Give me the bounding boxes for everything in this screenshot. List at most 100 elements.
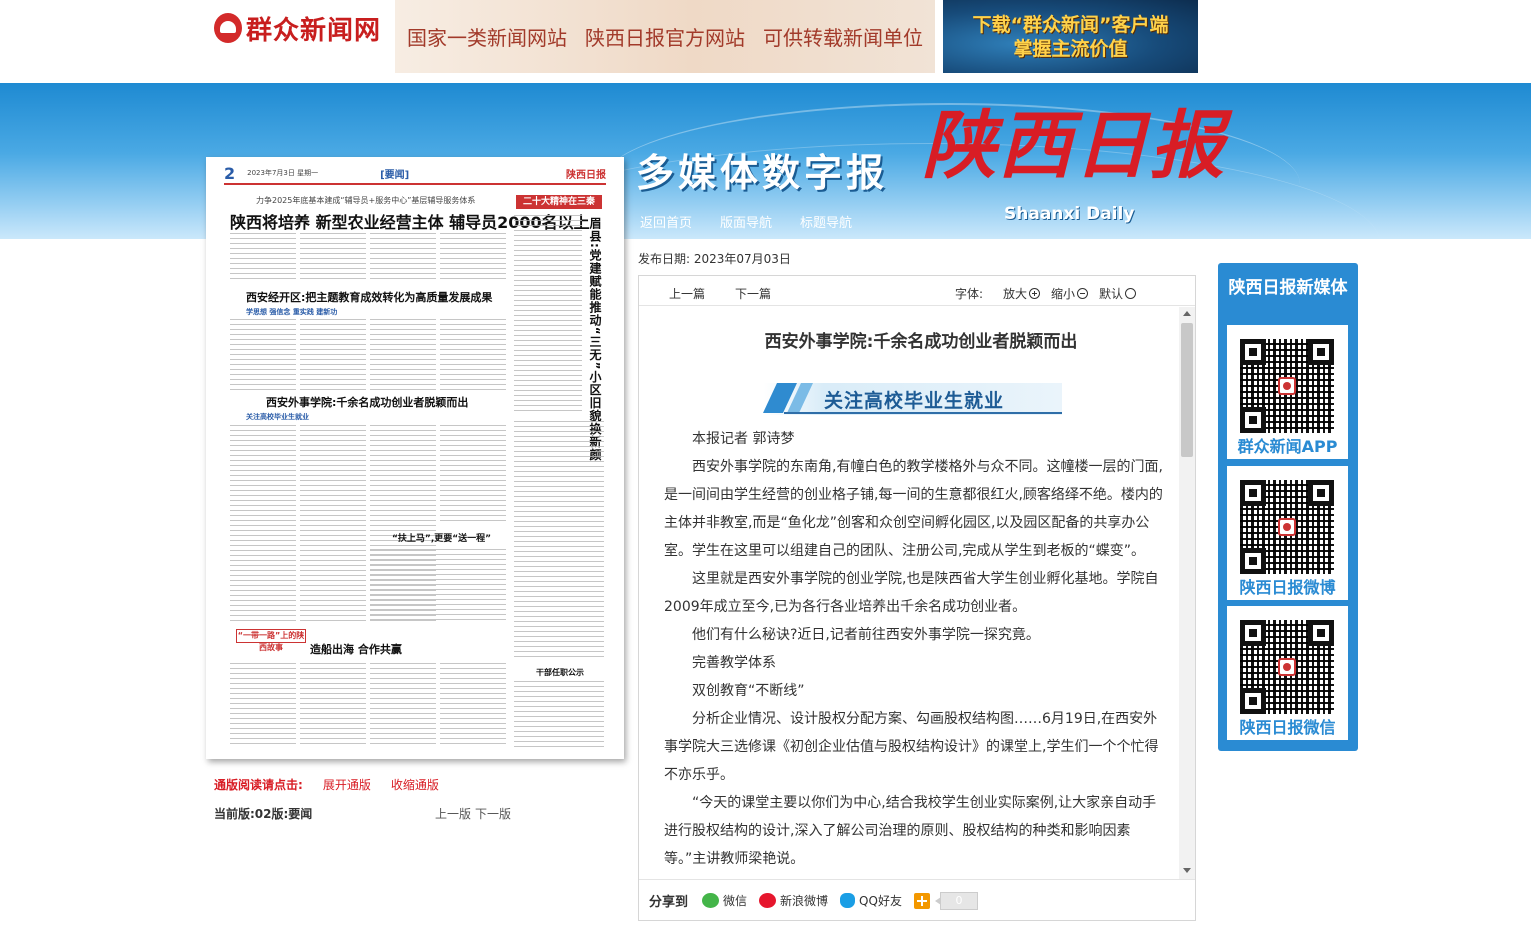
thumb-headline-3[interactable]: 西安外事学院:千余名成功创业者脱颖而出 xyxy=(266,394,468,410)
scroll-up-arrow-icon[interactable] xyxy=(1183,311,1191,316)
qr-label: 陕西日报微博 xyxy=(1239,578,1336,597)
scroll-down-arrow-icon[interactable] xyxy=(1183,868,1191,873)
article-paragraph: 分析企业情况、设计股权分配方案、勾画股权结构图……6月19日,在西安外事学院大三… xyxy=(664,711,1159,783)
article-panel: 上一篇 下一篇 字体: 放大 缩小 默认 西安外事学院:千余名成功创业者脱颖而出… xyxy=(638,275,1196,921)
share-wechat-button[interactable]: 微信 xyxy=(702,892,747,909)
next-article-link[interactable]: 下一篇 xyxy=(735,285,771,302)
thumb-masthead: 2 2023年7月3日 星期一 [要闻] 陕西日报 xyxy=(224,163,606,185)
expand-full-page-link[interactable]: 展开通版 xyxy=(323,776,371,793)
tip-label: 通版阅读请点击: xyxy=(214,778,303,792)
wechat-icon xyxy=(702,893,720,908)
qr-label: 群众新闻APP xyxy=(1237,437,1338,456)
qr-code-icon xyxy=(1240,339,1334,433)
full-page-reading-tip: 通版阅读请点击: 展开通版 收缩通版 xyxy=(214,776,439,793)
slogan-item: 陕西日报官方网站 xyxy=(585,26,745,50)
thumb-text-block xyxy=(370,319,436,391)
minus-circle-icon xyxy=(1077,288,1089,299)
main-nav: 返回首页 版面导航 标题导航 xyxy=(640,212,852,231)
share-wechat-label: 微信 xyxy=(723,894,748,908)
thumb-headline-4[interactable]: 造船出海 合作共赢 xyxy=(310,641,402,657)
publish-date: 发布日期: 2023年07月03日 xyxy=(638,252,791,266)
share-bar: 分享到 微信 新浪微博 QQ好友 0 xyxy=(639,879,1195,921)
slogan-item: 国家一类新闻网站 xyxy=(407,26,567,50)
prev-article-link[interactable]: 上一篇 xyxy=(669,285,705,302)
share-label: 分享到 xyxy=(649,895,689,910)
zoom-reset-label: 默认 xyxy=(1099,287,1124,301)
site-logo[interactable]: 群众新闻网 xyxy=(214,4,384,52)
newspaper-page-thumbnail[interactable]: 2 2023年7月3日 星期一 [要闻] 陕西日报 力争2025年底基本建成“辅… xyxy=(206,157,624,759)
digital-edition-title: 多媒体数字报 xyxy=(636,150,889,195)
zoom-out-button[interactable]: 缩小 xyxy=(1051,285,1089,302)
share-qq-button[interactable]: QQ好友 xyxy=(840,892,902,909)
thumb-text-block xyxy=(300,233,366,283)
article-toolbar: 上一篇 下一篇 字体: 放大 缩小 默认 xyxy=(639,276,1195,306)
logo-text: 群众新闻网 xyxy=(246,15,382,46)
qr-card-app[interactable]: 群众新闻APP xyxy=(1227,325,1348,459)
thumb-headline-2[interactable]: 西安经开区:把主题教育成效转化为高质量发展成果 xyxy=(246,289,492,305)
thumb-text-block xyxy=(514,215,582,415)
font-size-label: 字体: xyxy=(955,287,984,301)
weibo-icon xyxy=(759,893,777,908)
thumb-text-block xyxy=(300,663,366,747)
thumb-text-block xyxy=(230,233,296,283)
thumb-text-block xyxy=(300,425,366,621)
thumb-text-block xyxy=(440,319,506,391)
qr-card-weibo[interactable]: 陕西日报微博 xyxy=(1227,466,1348,600)
thumb-text-block xyxy=(514,421,604,657)
thumb-subhead-3: 关注高校毕业生就业 xyxy=(246,413,309,421)
app-download-banner[interactable]: 下载“群众新闻”客户端 掌握主流价值 xyxy=(943,0,1198,73)
share-count-badge: 0 xyxy=(934,891,978,910)
zoom-in-button[interactable]: 放大 xyxy=(1003,285,1041,302)
thumb-text-block xyxy=(230,425,296,621)
page-switcher: 上一版 下一版 xyxy=(435,805,511,822)
nav-title-navigation[interactable]: 标题导航 xyxy=(800,212,852,231)
qr-code-icon xyxy=(1240,620,1334,714)
thumb-page-number: 2 xyxy=(224,163,236,183)
zoom-out-label: 缩小 xyxy=(1051,287,1076,301)
article-scrollbar[interactable] xyxy=(1179,307,1195,879)
circle-icon xyxy=(1125,288,1137,299)
paper-title-logo: 陕西日报 xyxy=(922,103,1226,189)
share-weibo-label: 新浪微博 xyxy=(780,894,829,908)
scrollbar-thumb[interactable] xyxy=(1181,323,1193,457)
new-media-sidebar: 陕西日报新媒体 群众新闻APP 陕西日报微博 陕西日报微信 xyxy=(1218,263,1358,751)
thumb-text-block xyxy=(440,663,506,747)
article-scroll-area[interactable]: 西安外事学院:千余名成功创业者脱颖而出 关注高校毕业生就业 本报记者 郭诗梦 西… xyxy=(639,307,1195,879)
thumb-text-block xyxy=(230,319,296,391)
thumb-subhead-2: 学思想 强信念 重实践 建新功 xyxy=(246,308,338,316)
zoom-reset-button[interactable]: 默认 xyxy=(1099,285,1137,302)
slogan-item: 可供转载新闻单位 xyxy=(763,26,923,50)
paper-title-en: Shaanxi Daily xyxy=(1004,204,1135,224)
thumb-headline-5[interactable]: “扶上马”,更要“送一程” xyxy=(392,531,491,544)
thumb-text-block xyxy=(370,549,506,621)
share-weibo-button[interactable]: 新浪微博 xyxy=(759,892,828,909)
thumb-column-tag: 二十大精神在三秦 xyxy=(516,195,602,209)
banner-label: 关注高校毕业生就业 xyxy=(824,390,1005,412)
zoom-in-label: 放大 xyxy=(1003,287,1028,301)
article-paragraph: 这里就是西安外事学院的创业学院,也是陕西省大学生创业孵化基地。学院自2009年成… xyxy=(664,571,1159,615)
thumb-text-block xyxy=(370,233,436,283)
article-body: 本报记者 郭诗梦 西安外事学院的东南角,有幢白色的教学楼格外与众不同。这幢楼一层… xyxy=(664,425,1169,873)
nav-page-navigation[interactable]: 版面导航 xyxy=(720,212,772,231)
article-paragraph: “今天的课堂主要以你们为中心,结合我校学生创业实际案例,让大家亲自动手进行股权结… xyxy=(664,795,1157,867)
article-title: 西安外事学院:千余名成功创业者脱颖而出 xyxy=(764,332,1078,352)
slogan-banner: 国家一类新闻网站 陕西日报官方网站 可供转载新闻单位 xyxy=(395,0,935,73)
next-page-link[interactable]: 下一版 xyxy=(475,805,511,822)
prev-page-link[interactable]: 上一版 xyxy=(435,805,471,822)
thumb-kicker: 力争2025年底基本建成“辅导员+服务中心”基层辅导服务体系 xyxy=(256,196,476,205)
plus-circle-icon xyxy=(1029,288,1041,299)
qr-code-icon xyxy=(1240,480,1334,574)
top-bar: 群众新闻网 国家一类新闻网站 陕西日报官方网站 可供转载新闻单位 下载“群众新闻… xyxy=(0,0,1531,83)
thumb-notice[interactable]: 干部任职公示 xyxy=(536,667,584,678)
thumb-text-block xyxy=(300,319,366,391)
qr-card-wechat[interactable]: 陕西日报微信 xyxy=(1227,606,1348,740)
thumb-column-tag-2: “一带一路”上的陕西故事 xyxy=(236,629,306,652)
collapse-full-page-link[interactable]: 收缩通版 xyxy=(391,776,439,793)
sidebar-title: 陕西日报新媒体 xyxy=(1228,278,1348,298)
nav-home[interactable]: 返回首页 xyxy=(640,212,692,231)
logo-emblem-icon xyxy=(214,13,242,43)
share-more-icon[interactable] xyxy=(913,892,930,909)
qr-label: 陕西日报微信 xyxy=(1239,718,1336,737)
thumb-text-block xyxy=(370,663,436,747)
thumb-text-block xyxy=(440,233,506,283)
